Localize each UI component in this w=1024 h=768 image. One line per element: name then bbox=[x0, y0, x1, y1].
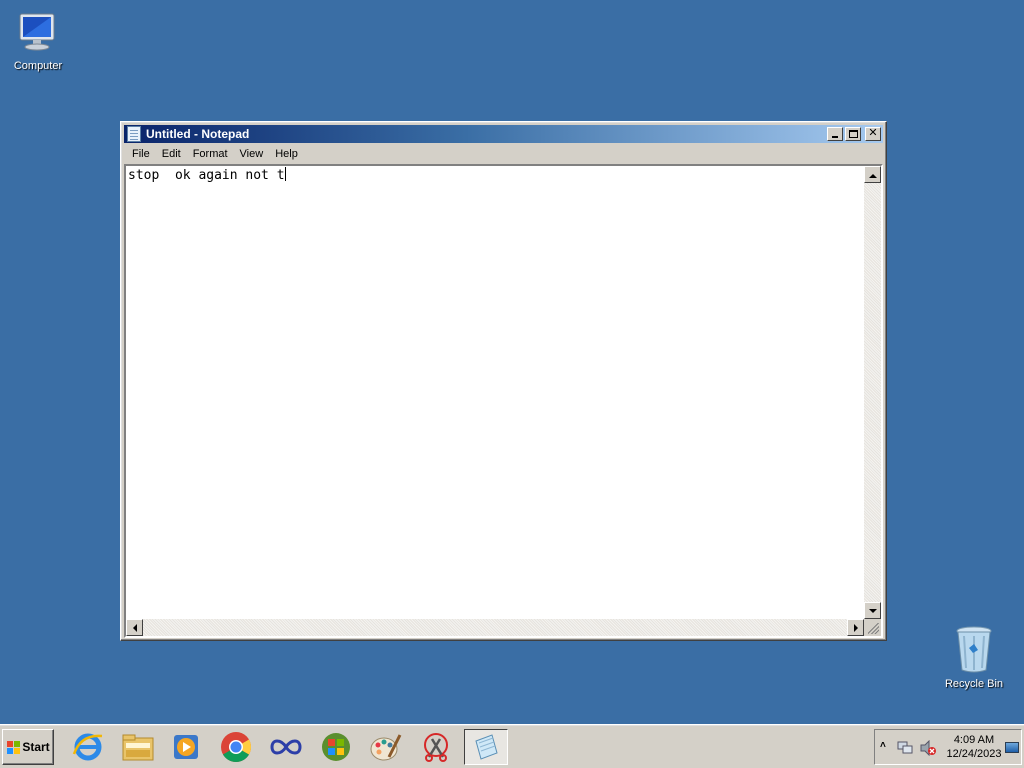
system-tray: ˄ 4:09 AM 12/24/2023 bbox=[874, 729, 1022, 765]
notepad-app-icon bbox=[127, 126, 141, 142]
taskbar-media-player[interactable] bbox=[164, 729, 208, 765]
taskbar-snipping-tool[interactable] bbox=[414, 729, 458, 765]
recycle-bin-icon bbox=[956, 626, 992, 673]
volume-muted-icon[interactable] bbox=[919, 740, 937, 756]
window-title: Untitled - Notepad bbox=[146, 127, 250, 141]
computer-icon bbox=[19, 13, 55, 51]
clock[interactable]: 4:09 AM 12/24/2023 bbox=[943, 733, 1005, 761]
text-editor[interactable]: stop ok again not t bbox=[126, 166, 864, 619]
clock-date: 12/24/2023 bbox=[946, 748, 1002, 760]
network-icon[interactable] bbox=[897, 740, 913, 756]
clock-time: 4:09 AM bbox=[953, 734, 995, 746]
editor-text: stop ok again not t bbox=[128, 168, 285, 183]
menu-format[interactable]: Format bbox=[187, 148, 234, 160]
paint-icon bbox=[370, 734, 402, 761]
taskbar-notepad[interactable] bbox=[464, 729, 508, 765]
minimize-icon bbox=[832, 136, 838, 138]
minimize-button[interactable] bbox=[827, 127, 843, 141]
chrome-icon bbox=[221, 732, 252, 763]
text-caret bbox=[284, 167, 286, 181]
editor-frame: stop ok again not t bbox=[124, 164, 883, 638]
windows-logo-app-icon bbox=[322, 733, 350, 761]
scroll-left-button[interactable] bbox=[126, 619, 143, 636]
show-desktop-button[interactable] bbox=[1005, 742, 1019, 753]
desktop-icon-label: Recycle Bin bbox=[944, 678, 1004, 690]
infinity-app-icon bbox=[270, 739, 302, 755]
menu-help[interactable]: Help bbox=[269, 148, 304, 160]
menu-edit[interactable]: Edit bbox=[156, 148, 187, 160]
show-hidden-icons-button[interactable]: ˄ bbox=[880, 740, 886, 751]
taskbar-internet-explorer[interactable] bbox=[66, 729, 110, 765]
maximize-button[interactable] bbox=[845, 127, 861, 141]
windows-explorer-icon bbox=[122, 734, 154, 761]
close-icon: ✕ bbox=[868, 127, 878, 139]
title-bar[interactable]: Untitled - Notepad ✕ bbox=[124, 125, 883, 143]
start-label: Start bbox=[22, 740, 50, 754]
arrow-up-icon bbox=[869, 170, 877, 178]
scroll-right-button[interactable] bbox=[847, 619, 864, 636]
desktop-icon-label: Computer bbox=[13, 60, 63, 72]
taskbar-infinity-app[interactable] bbox=[264, 729, 308, 765]
snipping-tool-icon bbox=[424, 733, 448, 762]
media-player-icon bbox=[174, 735, 198, 759]
taskbar-paint[interactable] bbox=[364, 729, 408, 765]
desktop-icon-computer[interactable]: Computer bbox=[0, 8, 76, 72]
scroll-down-button[interactable] bbox=[864, 602, 881, 619]
scroll-up-button[interactable] bbox=[864, 166, 881, 183]
menu-file[interactable]: File bbox=[126, 148, 156, 160]
taskbar: Start ˄ 4:09 AM 12/24/2023 bbox=[0, 724, 1024, 768]
horizontal-scrollbar[interactable] bbox=[126, 619, 864, 636]
taskbar-windows-app[interactable] bbox=[314, 729, 358, 765]
start-button[interactable]: Start bbox=[2, 729, 54, 765]
taskbar-windows-explorer[interactable] bbox=[116, 729, 160, 765]
notepad-window[interactable]: Untitled - Notepad ✕ File Edit Format Vi… bbox=[120, 121, 887, 641]
desktop-icon-recycle-bin[interactable]: Recycle Bin bbox=[936, 624, 1012, 690]
arrow-right-icon bbox=[854, 624, 862, 632]
arrow-left-icon bbox=[129, 624, 137, 632]
menu-view[interactable]: View bbox=[234, 148, 270, 160]
menu-bar: File Edit Format View Help bbox=[124, 144, 883, 163]
arrow-down-icon bbox=[869, 609, 877, 617]
taskbar-chrome[interactable] bbox=[214, 729, 258, 765]
maximize-icon bbox=[849, 130, 858, 138]
notepad-icon bbox=[475, 734, 498, 760]
vertical-scrollbar[interactable] bbox=[864, 166, 881, 619]
close-button[interactable]: ✕ bbox=[865, 127, 881, 141]
resize-grip[interactable] bbox=[864, 619, 881, 636]
internet-explorer-icon bbox=[72, 733, 103, 761]
windows-flag-icon bbox=[6, 740, 21, 754]
